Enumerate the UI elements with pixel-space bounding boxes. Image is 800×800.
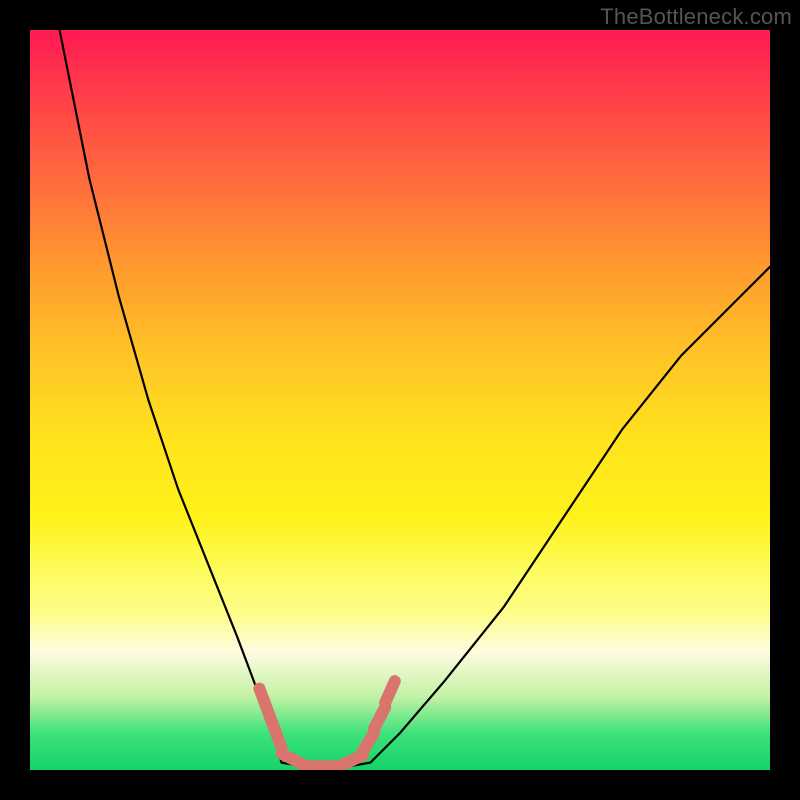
chart-frame: TheBottleneck.com <box>0 0 800 800</box>
watermark-text: TheBottleneck.com <box>600 4 792 30</box>
curve-layer <box>30 30 770 770</box>
gradient-plot-area <box>30 30 770 770</box>
valley-highlight <box>259 681 394 766</box>
valley-dash <box>363 733 374 751</box>
valley-dash <box>385 681 395 703</box>
bottleneck-curve <box>60 30 770 768</box>
valley-dash <box>374 707 385 729</box>
bottleneck-curve-path <box>60 30 770 768</box>
valley-dash <box>271 718 282 748</box>
